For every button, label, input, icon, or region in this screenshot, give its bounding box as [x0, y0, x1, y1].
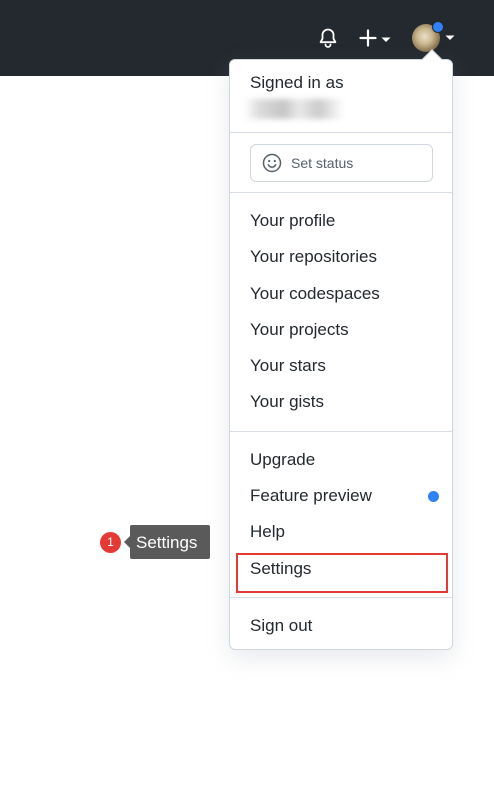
- username-redacted: [244, 99, 344, 119]
- menu-item-label: Your codespaces: [250, 284, 380, 303]
- menu-item-label: Your gists: [250, 392, 325, 411]
- menu-divider: [230, 192, 452, 193]
- menu-divider: [230, 431, 452, 432]
- user-menu-toggle[interactable]: [412, 21, 456, 54]
- set-status-label: Set status: [291, 155, 354, 171]
- menu-item-label: Your projects: [250, 320, 349, 339]
- menu-item-your-gists[interactable]: Your gists: [230, 388, 452, 418]
- chevron-down-icon: [445, 35, 455, 40]
- plus-icon: [359, 29, 377, 47]
- avatar-notification-badge: [432, 21, 444, 33]
- smiley-icon: [262, 153, 282, 173]
- chevron-down-icon: [381, 37, 391, 42]
- menu-item-your-profile[interactable]: Your profile: [230, 207, 452, 237]
- set-status-button[interactable]: Set status: [250, 144, 433, 182]
- menu-item-label: Sign out: [250, 616, 313, 635]
- menu-item-your-codespaces[interactable]: Your codespaces: [230, 280, 452, 310]
- menu-item-label: Upgrade: [250, 450, 316, 469]
- annotation-tooltip-text: Settings: [136, 533, 198, 552]
- menu-item-settings[interactable]: Settings: [230, 555, 452, 585]
- menu-item-your-projects[interactable]: Your projects: [230, 316, 452, 346]
- menu-divider: [230, 597, 452, 598]
- menu-item-label: Your profile: [250, 211, 336, 230]
- menu-item-label: Your repositories: [250, 247, 377, 266]
- signed-in-label: Signed in as: [250, 73, 344, 92]
- menu-item-sign-out[interactable]: Sign out: [230, 612, 452, 642]
- annotation-tooltip: Settings: [124, 525, 210, 559]
- menu-item-feature-preview[interactable]: Feature preview: [230, 482, 452, 512]
- user-dropdown-menu: Signed in as Set status Your profile You…: [229, 49, 453, 650]
- step-number-badge: 1: [100, 532, 121, 553]
- create-new-button[interactable]: [358, 26, 394, 50]
- menu-divider: [230, 132, 452, 133]
- menu-item-label: Help: [250, 522, 285, 541]
- feature-preview-badge: [428, 491, 439, 502]
- bell-icon: [319, 28, 337, 48]
- menu-item-help[interactable]: Help: [230, 518, 452, 548]
- menu-item-label: Settings: [250, 559, 312, 578]
- notifications-button[interactable]: [316, 26, 340, 50]
- menu-item-upgrade[interactable]: Upgrade: [230, 446, 452, 476]
- menu-item-your-stars[interactable]: Your stars: [230, 352, 452, 382]
- menu-item-your-repositories[interactable]: Your repositories: [230, 243, 452, 273]
- menu-item-label: Feature preview: [250, 486, 372, 505]
- menu-item-label: Your stars: [250, 356, 326, 375]
